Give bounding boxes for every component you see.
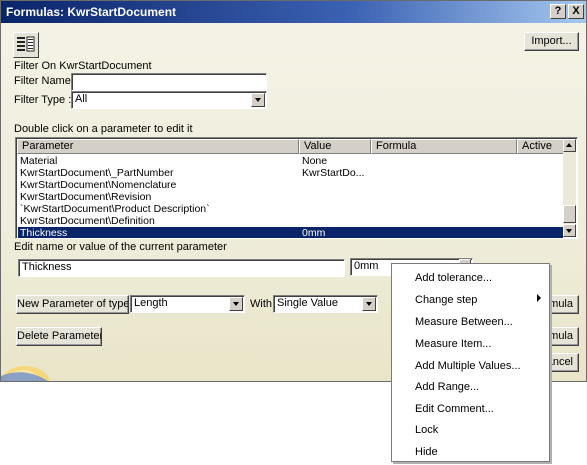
title-bar[interactable]: Formulas: KwrStartDocument ? X — [1, 1, 586, 23]
table-caption: Double click on a parameter to edit it — [14, 123, 193, 135]
chevron-down-icon[interactable] — [229, 297, 243, 311]
scroll-thumb[interactable] — [563, 205, 576, 223]
menu-item-hide[interactable]: Hide — [415, 446, 438, 458]
cell-value: None — [302, 155, 328, 167]
delete-parameter-button[interactable]: Delete Parameter — [16, 327, 102, 346]
menu-item-edit-comment[interactable]: Edit Comment... — [415, 403, 494, 415]
filter-name-label: Filter Name : — [14, 75, 77, 87]
parameter-name-input[interactable]: Thickness — [18, 259, 345, 277]
filter-type-select[interactable]: All — [71, 91, 267, 109]
help-button[interactable]: ? — [550, 4, 566, 19]
table-row[interactable]: Material None — [18, 155, 563, 167]
filter-type-label: Filter Type : — [14, 94, 72, 106]
parameter-type-value: Length — [134, 297, 168, 309]
filter-list-icon — [17, 36, 35, 52]
cell-value: 0mm — [302, 227, 326, 239]
parameter-type-select[interactable]: Length — [130, 295, 245, 313]
chevron-down-icon[interactable] — [362, 297, 376, 311]
header-active[interactable]: Active — [517, 139, 564, 154]
menu-item-measure-between[interactable]: Measure Between... — [415, 316, 513, 328]
edit-caption: Edit name or value of the current parame… — [14, 241, 227, 253]
submenu-arrow-icon — [537, 294, 541, 302]
table-row[interactable]: `KwrStartDocument\Product Description` — [18, 203, 563, 215]
window-title: Formulas: KwrStartDocument — [6, 5, 177, 19]
menu-item-change-step[interactable]: Change step — [415, 294, 477, 306]
menu-item-add-range[interactable]: Add Range... — [415, 381, 479, 393]
table-scrollbar[interactable] — [563, 139, 576, 237]
cell-value: KwrStartDo... — [302, 167, 365, 179]
menu-item-measure-item[interactable]: Measure Item... — [415, 338, 491, 350]
cell-parameter: KwrStartDocument\Revision — [20, 191, 152, 203]
menu-item-add-multiple-values[interactable]: Add Multiple Values... — [415, 360, 521, 372]
cell-parameter: Material — [20, 155, 58, 167]
filter-type-value: All — [75, 93, 88, 105]
parameters-table[interactable]: Parameter Value Formula Active Material … — [15, 137, 578, 239]
cell-parameter: KwrStartDocument\Definition — [20, 215, 155, 227]
with-label: With — [250, 298, 272, 310]
value-kind-value: Single Value — [277, 297, 338, 309]
header-formula[interactable]: Formula — [371, 139, 517, 154]
menu-item-lock[interactable]: Lock — [415, 424, 438, 436]
corner-graphic-icon — [1, 366, 51, 381]
parameter-value-text: 0mm — [354, 260, 379, 272]
cell-parameter: Thickness — [20, 227, 68, 239]
scroll-down-icon[interactable] — [563, 224, 576, 237]
scroll-up-icon[interactable] — [563, 139, 576, 152]
menu-item-add-tolerance[interactable]: Add tolerance... — [415, 272, 492, 284]
table-row[interactable]: KwrStartDocument\Revision — [18, 191, 563, 203]
header-parameter[interactable]: Parameter — [17, 139, 299, 154]
cell-parameter: KwrStartDocument\Nomenclature — [20, 179, 177, 191]
filter-name-input[interactable] — [71, 73, 267, 91]
import-button[interactable]: Import... — [524, 32, 579, 51]
header-value[interactable]: Value — [299, 139, 371, 154]
filter-list-button[interactable] — [13, 32, 39, 58]
value-kind-select[interactable]: Single Value — [273, 295, 378, 313]
table-row[interactable]: KwrStartDocument\Nomenclature — [18, 179, 563, 191]
chevron-down-icon[interactable] — [251, 93, 265, 107]
cell-parameter: `KwrStartDocument\Product Description` — [20, 203, 210, 215]
table-row[interactable]: KwrStartDocument\Definition — [18, 215, 563, 227]
table-row-selected[interactable]: Thickness 0mm — [18, 227, 563, 239]
context-menu: Add tolerance... Change step Measure Bet… — [391, 263, 550, 462]
close-button[interactable]: X — [568, 4, 584, 19]
cell-parameter: KwrStartDocument\_PartNumber — [20, 167, 174, 179]
filter-section-label: Filter On KwrStartDocument — [14, 60, 152, 72]
new-parameter-button[interactable]: New Parameter of type — [16, 295, 129, 314]
table-row[interactable]: KwrStartDocument\_PartNumber KwrStartDo.… — [18, 167, 563, 179]
